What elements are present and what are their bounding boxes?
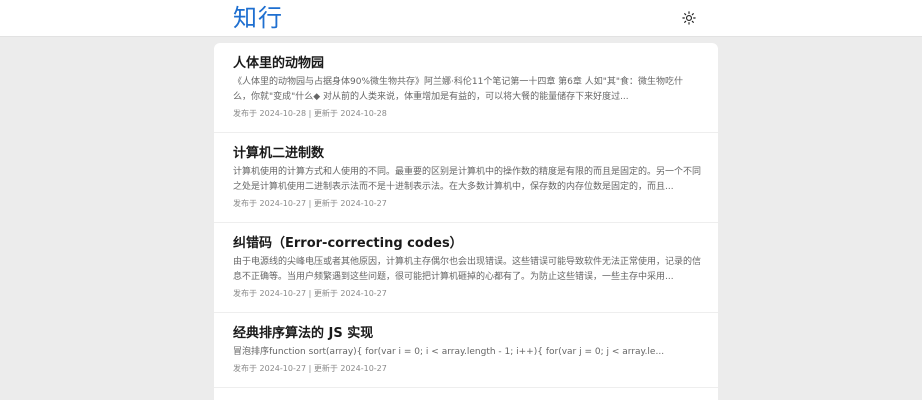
- article-card[interactable]: 纠错码（Error-correcting codes） 由于电源线的尖峰电压或者…: [214, 223, 718, 313]
- article-card[interactable]: 计算机二进制数 计算机使用的计算方式和人使用的不同。最重要的区别是计算机中的操作…: [214, 133, 718, 223]
- article-excerpt: 计算机使用的计算方式和人使用的不同。最重要的区别是计算机中的操作数的精度是有限的…: [233, 167, 702, 192]
- article-title[interactable]: 计算机二进制数: [233, 145, 324, 163]
- theme-toggle-button[interactable]: [680, 9, 698, 27]
- article-excerpt: 《人体里的动物园与占据身体90%微生物共存》阿兰娜·科伦11个笔记第一十四章 第…: [233, 77, 684, 102]
- site-logo[interactable]: 知行: [233, 2, 283, 34]
- article-card[interactable]: 人体里的动物园 《人体里的动物园与占据身体90%微生物共存》阿兰娜·科伦11个笔…: [214, 43, 718, 133]
- article-list: 人体里的动物园 《人体里的动物园与占据身体90%微生物共存》阿兰娜·科伦11个笔…: [214, 43, 718, 400]
- article-title[interactable]: 经典排序算法的 JS 实现: [233, 325, 373, 343]
- top-bar: 知行: [0, 0, 922, 37]
- article-meta: 发布于 2024-10-27 | 更新于 2024-10-27: [233, 199, 387, 208]
- article-meta: 发布于 2024-10-27 | 更新于 2024-10-27: [233, 364, 387, 373]
- article-title[interactable]: 人体里的动物园: [233, 55, 324, 73]
- article-title[interactable]: 纠错码（Error-correcting codes）: [233, 235, 463, 253]
- article-meta: 发布于 2024-10-28 | 更新于 2024-10-28: [233, 109, 387, 118]
- article-excerpt: 冒泡排序function sort(array){ for(var i = 0;…: [233, 347, 665, 357]
- article-card[interactable]: 经典排序算法的 JS 实现 冒泡排序function sort(array){ …: [214, 313, 718, 388]
- article-excerpt: 由于电源线的尖峰电压或者其他原因，计算机主存偶尔也会出现错误。这些错误可能导致软…: [233, 257, 702, 282]
- sun-icon: [682, 11, 696, 25]
- article-meta: 发布于 2024-10-27 | 更新于 2024-10-27: [233, 289, 387, 298]
